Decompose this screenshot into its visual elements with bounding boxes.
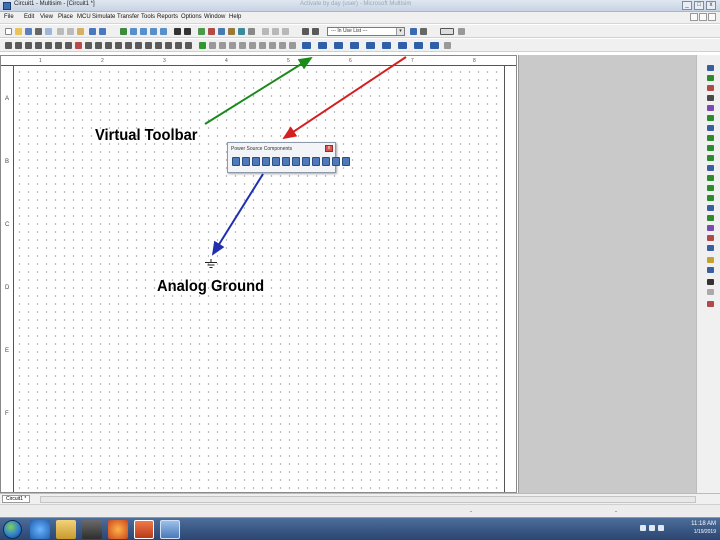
status-field: -: [615, 509, 617, 515]
floating-toolbar-close-button[interactable]: x: [325, 145, 333, 152]
power-source-icons: [232, 157, 350, 166]
media-player-icon[interactable]: [82, 520, 102, 539]
vdd-icon[interactable]: [302, 157, 310, 166]
vcc-icon[interactable]: [292, 157, 300, 166]
internet-explorer-icon[interactable]: [30, 520, 50, 539]
status-bar: - -: [0, 504, 720, 517]
clock-date: 1/19/2019: [693, 529, 716, 535]
status-field: -: [470, 509, 472, 515]
virtual-toolbar-annotation: Virtual Toolbar: [95, 127, 198, 144]
ac-power-icon[interactable]: [232, 157, 240, 166]
file-explorer-icon[interactable]: [56, 520, 76, 539]
app-root: Circuit1 - Multisim - [Circuit1 *] Activ…: [0, 0, 720, 540]
green-arrow: [204, 56, 313, 125]
three-phase-wye-icon[interactable]: [282, 157, 290, 166]
system-tray: [640, 525, 664, 531]
volume-icon[interactable]: [658, 525, 664, 531]
power-source-components-toolbar[interactable]: Power Source Components x: [227, 142, 350, 173]
digital-ground-icon[interactable]: [252, 157, 260, 166]
clock[interactable]: 11:18 AM 1/19/2019: [691, 520, 716, 536]
horizontal-scrollbar[interactable]: [40, 496, 696, 503]
windows-taskbar: 11:18 AM 1/19/2019: [0, 517, 720, 540]
sheet-tab-circuit1[interactable]: Circuit1 *: [2, 495, 31, 503]
clock-time: 11:18 AM: [691, 521, 716, 527]
analog-ground-symbol-icon[interactable]: [204, 259, 218, 269]
vee-icon[interactable]: [312, 157, 320, 166]
start-button[interactable]: [3, 520, 22, 539]
multisim-taskbar-icon[interactable]: [160, 520, 180, 539]
floating-toolbar-title: Power Source Components: [231, 146, 293, 152]
analog-ground-annotation: Analog Ground: [157, 278, 265, 295]
red-arrow: [282, 56, 407, 140]
powerpoint-icon[interactable]: [134, 520, 154, 539]
current-source-icon[interactable]: [342, 157, 350, 166]
annotation-arrows: [204, 56, 407, 256]
vss-icon[interactable]: [322, 157, 330, 166]
sheet-tab-bar: Circuit1 *: [0, 493, 720, 504]
three-phase-delta-icon[interactable]: [272, 157, 280, 166]
battery-icon[interactable]: [332, 157, 340, 166]
tray-up-arrow-icon[interactable]: [640, 525, 646, 531]
network-icon[interactable]: [649, 525, 655, 531]
blue-arrow: [211, 173, 264, 256]
firefox-icon[interactable]: [108, 520, 128, 539]
dc-power-icon[interactable]: [242, 157, 250, 166]
ground-icon[interactable]: [262, 157, 270, 166]
